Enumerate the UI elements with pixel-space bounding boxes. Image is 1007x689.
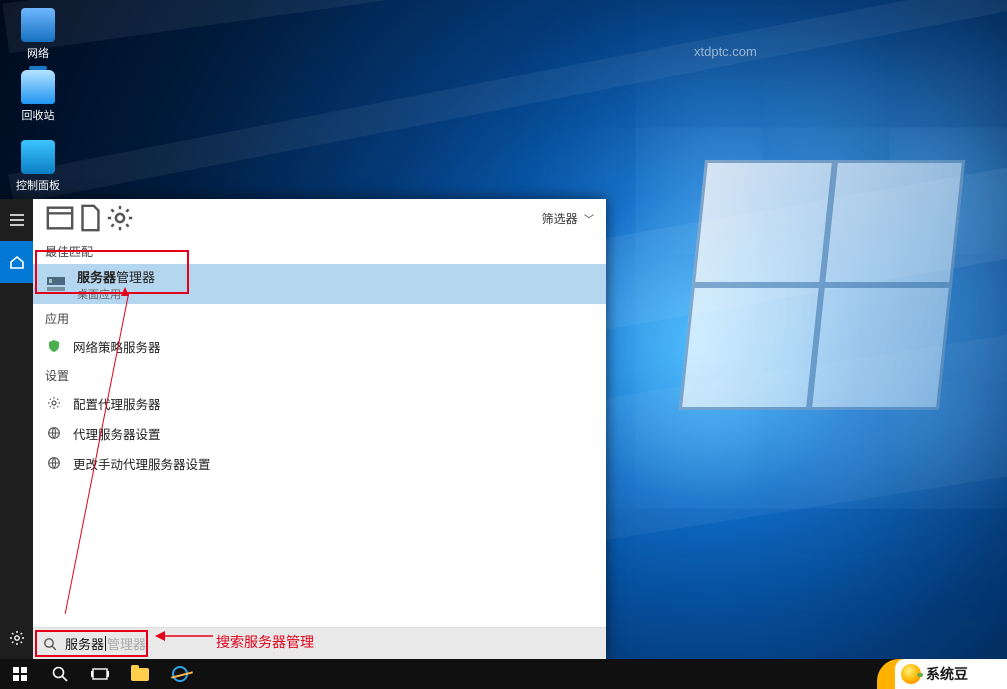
result-label: 配置代理服务器 <box>73 394 161 413</box>
desktop: xtdptc.com 网络 回收站 控制面板 <box>0 0 1007 689</box>
search-results: 筛选器 ﹀ 最佳匹配 服务器管理器 桌面应用 应用 <box>33 199 606 659</box>
result-network-policy-server[interactable]: 网络策略服务器 <box>33 331 606 361</box>
desktop-icon-recycle-bin[interactable]: 回收站 <box>10 70 66 123</box>
globe-icon <box>45 426 63 440</box>
hamburger-icon <box>9 212 25 228</box>
chevron-down-icon: ﹀ <box>584 215 594 226</box>
search-suggestion-tail: 管理器 <box>107 634 146 653</box>
window-icon <box>45 203 75 233</box>
search-icon <box>51 665 69 683</box>
section-apps: 应用 <box>33 304 606 331</box>
search-input[interactable]: 服务器管理器 <box>65 634 146 653</box>
header-settings-button[interactable] <box>105 203 135 233</box>
brand-logo-icon <box>901 664 921 684</box>
section-best-match: 最佳匹配 <box>33 237 606 264</box>
internet-explorer-button[interactable] <box>160 659 200 689</box>
document-icon <box>75 203 105 233</box>
desktop-icon-control-panel[interactable]: 控制面板 <box>10 140 66 193</box>
best-match-subtitle: 桌面应用 <box>77 286 155 302</box>
file-explorer-button[interactable] <box>120 659 160 689</box>
search-results-header: 筛选器 ﹀ <box>33 199 606 237</box>
sidebar-home-button[interactable] <box>0 241 33 283</box>
server-manager-icon <box>45 273 67 295</box>
filter-label: 筛选器 <box>542 212 578 226</box>
start-button[interactable] <box>0 659 40 689</box>
header-apps-button[interactable] <box>45 203 75 233</box>
result-label: 更改手动代理服务器设置 <box>73 454 211 473</box>
gear-icon <box>45 396 63 410</box>
gear-icon <box>105 203 135 233</box>
result-change-manual-proxy[interactable]: 更改手动代理服务器设置 <box>33 448 606 478</box>
search-sidebar <box>0 199 33 659</box>
desktop-icon-network[interactable]: 网络 <box>10 8 66 61</box>
ie-icon <box>172 666 188 682</box>
network-icon <box>21 8 55 42</box>
brand-badge: 系统豆 <box>895 659 1007 689</box>
result-proxy-settings[interactable]: 代理服务器设置 <box>33 418 606 448</box>
filter-dropdown[interactable]: 筛选器 ﹀ <box>542 210 594 227</box>
header-documents-button[interactable] <box>75 203 105 233</box>
brand-text: 系统豆 <box>926 664 968 684</box>
globe-icon <box>45 456 63 470</box>
result-configure-proxy[interactable]: 配置代理服务器 <box>33 388 606 418</box>
sidebar-settings-button[interactable] <box>0 617 33 659</box>
best-match-title-bold: 服务器 <box>77 270 116 285</box>
home-icon <box>9 254 25 270</box>
best-match-title-rest: 管理器 <box>116 270 155 285</box>
task-view-icon <box>91 665 109 683</box>
search-input-bar[interactable]: 服务器管理器 <box>33 627 606 659</box>
recycle-bin-icon <box>21 70 55 104</box>
desktop-icon-label: 控制面板 <box>10 177 66 193</box>
section-settings: 设置 <box>33 361 606 388</box>
best-match-server-manager[interactable]: 服务器管理器 桌面应用 <box>33 264 606 304</box>
task-view-button[interactable] <box>80 659 120 689</box>
sidebar-menu-button[interactable] <box>0 199 33 241</box>
windows-logo-icon <box>12 666 28 682</box>
search-icon <box>43 637 57 651</box>
desktop-icon-label: 回收站 <box>10 107 66 123</box>
gear-icon <box>9 630 25 646</box>
search-typed-text: 服务器 <box>65 634 104 653</box>
control-panel-icon <box>21 140 55 174</box>
folder-icon <box>131 668 149 681</box>
result-label: 网络策略服务器 <box>73 337 161 356</box>
taskbar-search-button[interactable] <box>40 659 80 689</box>
shield-icon <box>45 339 63 353</box>
windows-logo-light <box>679 160 965 410</box>
search-panel: 筛选器 ﹀ 最佳匹配 服务器管理器 桌面应用 应用 <box>0 199 606 659</box>
taskbar <box>0 659 1007 689</box>
desktop-icon-label: 网络 <box>10 45 66 61</box>
result-label: 代理服务器设置 <box>73 424 161 443</box>
